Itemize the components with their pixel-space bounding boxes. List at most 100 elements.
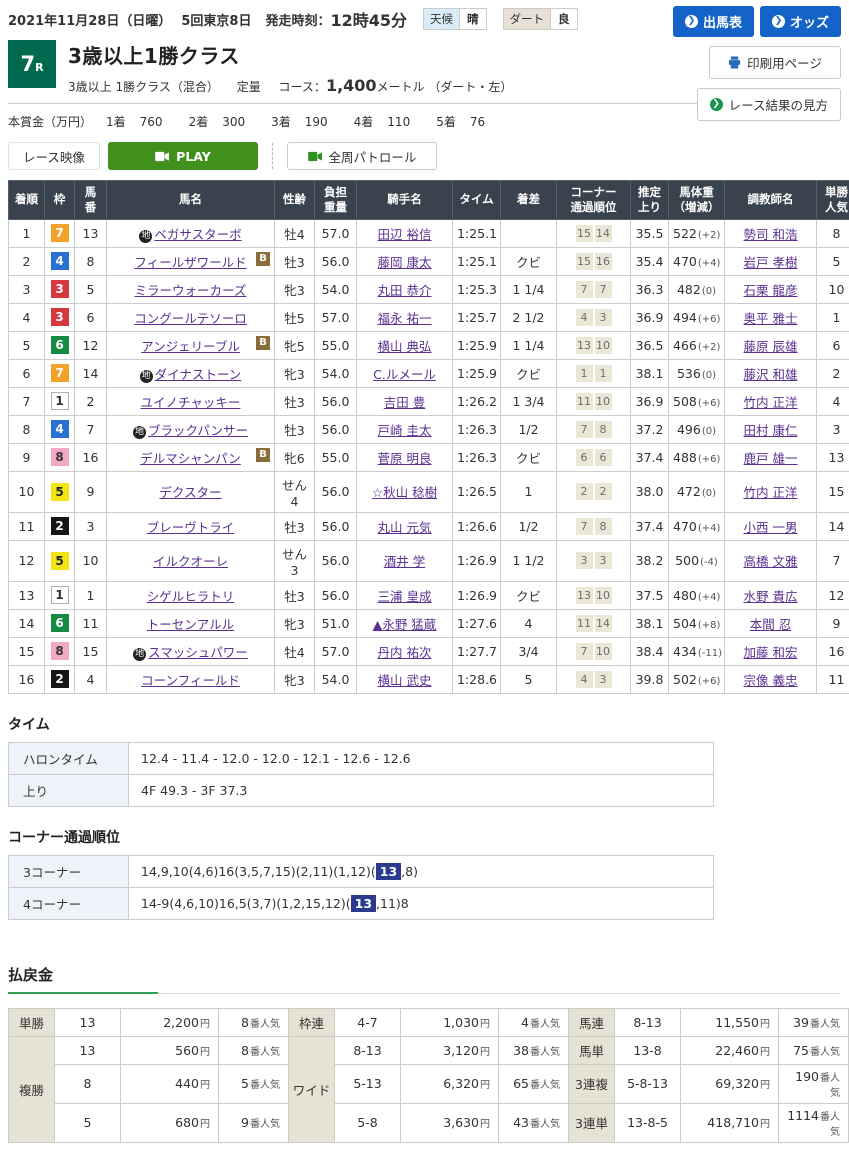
jockey-link[interactable]: 藤岡 康太 (378, 255, 432, 270)
horse-name-cell: 地ベガサスターボ (107, 219, 275, 247)
finish-position-cell: 13 (9, 581, 45, 609)
body-weight-cell: 488(+6) (669, 443, 725, 471)
weight-rule: 定量 (237, 80, 261, 94)
corner-position-box: 10 (595, 337, 612, 354)
prize-label: 本賞金（万円） (8, 113, 92, 130)
body-weight-diff: (+4) (698, 523, 721, 534)
horse-name-link[interactable]: ミラーウォーカーズ (135, 283, 247, 298)
horse-name-link[interactable]: イルクオーレ (153, 554, 228, 569)
race-video-button[interactable]: レース映像 (8, 142, 100, 170)
horse-name-link[interactable]: ブレーヴトライ (147, 520, 235, 535)
trainer-link[interactable]: 小西 一男 (744, 520, 798, 535)
corner-position-box: 4 (576, 671, 593, 688)
corner-position-box: 6 (595, 449, 612, 466)
corner3-row: 3コーナー 14,9,10(4,6)16(3,5,7,15)(2,11)(1,1… (9, 855, 714, 887)
trainer-link[interactable]: 本間 忍 (750, 617, 791, 632)
jockey-link[interactable]: 戸崎 圭太 (378, 423, 432, 438)
wide-amount: 3,630円 (401, 1103, 499, 1142)
trainer-link[interactable]: 加藤 和宏 (744, 645, 798, 660)
jockey-link[interactable]: ▲永野 猛蔵 (373, 617, 437, 632)
jockey-link[interactable]: 吉田 豊 (384, 395, 425, 410)
horse-name-link[interactable]: トーセンアルル (147, 617, 234, 632)
odds-button[interactable]: ❯オッズ (760, 6, 841, 37)
result-guide-button[interactable]: ❯ レース結果の見方 (697, 88, 841, 121)
trainer-link[interactable]: 岩戸 孝樹 (744, 255, 798, 270)
trainer-link[interactable]: 鹿戸 雄一 (744, 451, 798, 466)
horse-name-link[interactable]: ユイノチャッキー (141, 395, 241, 410)
margin-cell: 1 (501, 471, 557, 512)
winner-highlight: 13 (376, 863, 401, 880)
trainer-link[interactable]: 藤沢 和雄 (744, 367, 798, 382)
prize-rank: 5着 (436, 115, 456, 129)
corner-positions-cell: 11 (557, 359, 631, 387)
horse-name-link[interactable]: ダイナストーン (155, 367, 242, 382)
last-3f-cell: 36.3 (631, 275, 669, 303)
print-button[interactable]: 印刷用ページ (709, 46, 841, 79)
carried-weight-cell: 54.0 (315, 665, 357, 693)
corner-table: 3コーナー 14,9,10(4,6)16(3,5,7,15)(2,11)(1,1… (8, 855, 714, 920)
last-3f-cell: 38.0 (631, 471, 669, 512)
trainer-link[interactable]: 勢司 和浩 (744, 227, 798, 242)
race-result-page: ❯出馬表 ❯オッズ 印刷用ページ ❯ レース結果の見方 2021年11月28日（… (0, 0, 849, 1157)
body-weight-cell: 470(+4) (669, 512, 725, 540)
jockey-link[interactable]: 横山 典弘 (378, 339, 432, 354)
trainer-link[interactable]: 田村 康仁 (744, 423, 798, 438)
jockey-link[interactable]: 横山 武史 (378, 673, 432, 688)
jockey-link[interactable]: 丹内 祐次 (378, 645, 432, 660)
frame-number-badge: 7 (51, 364, 69, 382)
jockey-link[interactable]: 三浦 皇成 (378, 589, 432, 604)
jockey-link[interactable]: C.ルメール (373, 367, 436, 382)
jockey-link[interactable]: 酒井 学 (384, 554, 425, 569)
horse-name-link[interactable]: アンジェリーブル (141, 339, 240, 354)
finish-position-cell: 15 (9, 637, 45, 665)
entries-button[interactable]: ❯出馬表 (673, 6, 754, 37)
frame-cell: 7 (45, 359, 75, 387)
finish-position-cell: 16 (9, 665, 45, 693)
jockey-link[interactable]: 丸田 恭介 (378, 283, 432, 298)
jockey-link[interactable]: ☆秋山 稔樹 (372, 485, 437, 500)
trainer-link[interactable]: 水野 貴広 (744, 589, 798, 604)
jockey-link[interactable]: 丸山 元気 (378, 520, 432, 535)
results-table: 着順枠馬 番馬名性齢負担 重量騎手名タイム着差コーナー 通過順位推定 上り馬体重… (8, 180, 849, 694)
jockey-link[interactable]: 福永 祐一 (378, 311, 432, 326)
horse-name-link[interactable]: ブラックパンサー (148, 423, 248, 438)
horse-name-link[interactable]: スマッシュパワー (148, 645, 248, 660)
jockey-link[interactable]: 田辺 裕信 (378, 227, 432, 242)
horse-name-link[interactable]: コングールテソーロ (134, 311, 247, 326)
trainer-link[interactable]: 石栗 龍彦 (744, 283, 798, 298)
horse-number-cell: 8 (75, 247, 107, 275)
trainer-link[interactable]: 竹内 正洋 (744, 395, 798, 410)
race-date: 2021年11月28日（日曜） (8, 10, 171, 29)
course-distance: 1,400 (326, 76, 377, 95)
horse-name-link[interactable]: ベガサスターボ (154, 227, 241, 242)
patrol-label: 全周パトロール (329, 147, 417, 166)
horse-number-cell: 3 (75, 512, 107, 540)
horse-name-link[interactable]: デクスター (159, 485, 221, 500)
last-3f-cell: 37.2 (631, 415, 669, 443)
horse-name-link[interactable]: デルマシャンパン (140, 451, 241, 466)
trainer-link[interactable]: 宗像 義忠 (744, 673, 798, 688)
carried-weight-cell: 56.0 (315, 471, 357, 512)
trifecta-popularity: 1114番人気 (779, 1103, 849, 1142)
results-column-header: 馬名 (107, 181, 275, 220)
jockey-link[interactable]: 菅原 明良 (378, 451, 432, 466)
trainer-link[interactable]: 竹内 正洋 (744, 485, 798, 500)
horse-name-link[interactable]: コーンフィールド (141, 673, 240, 688)
horse-name-link[interactable]: フィールザワールド (134, 255, 246, 270)
corner-positions-cell: 78 (557, 415, 631, 443)
corner-position-box: 16 (595, 253, 612, 270)
trainer-link[interactable]: 奥平 雅士 (744, 311, 798, 326)
body-weight-value: 480 (673, 588, 697, 603)
trainer-link[interactable]: 藤原 辰雄 (744, 339, 798, 354)
horse-name-link[interactable]: シゲルヒラトリ (147, 589, 235, 604)
trainer-cell: 勢司 和浩 (725, 219, 817, 247)
patrol-video-button[interactable]: 全周パトロール (287, 142, 437, 170)
horse-number-cell: 13 (75, 219, 107, 247)
body-weight-diff: (-4) (700, 557, 718, 568)
quinella-amount: 11,550円 (681, 1008, 779, 1036)
corner-position-box: 14 (595, 225, 612, 242)
win-popularity-cell: 12 (817, 581, 849, 609)
body-weight-value: 482 (677, 282, 701, 297)
trainer-link[interactable]: 高橋 文雅 (744, 554, 798, 569)
play-button[interactable]: PLAY (108, 142, 258, 170)
